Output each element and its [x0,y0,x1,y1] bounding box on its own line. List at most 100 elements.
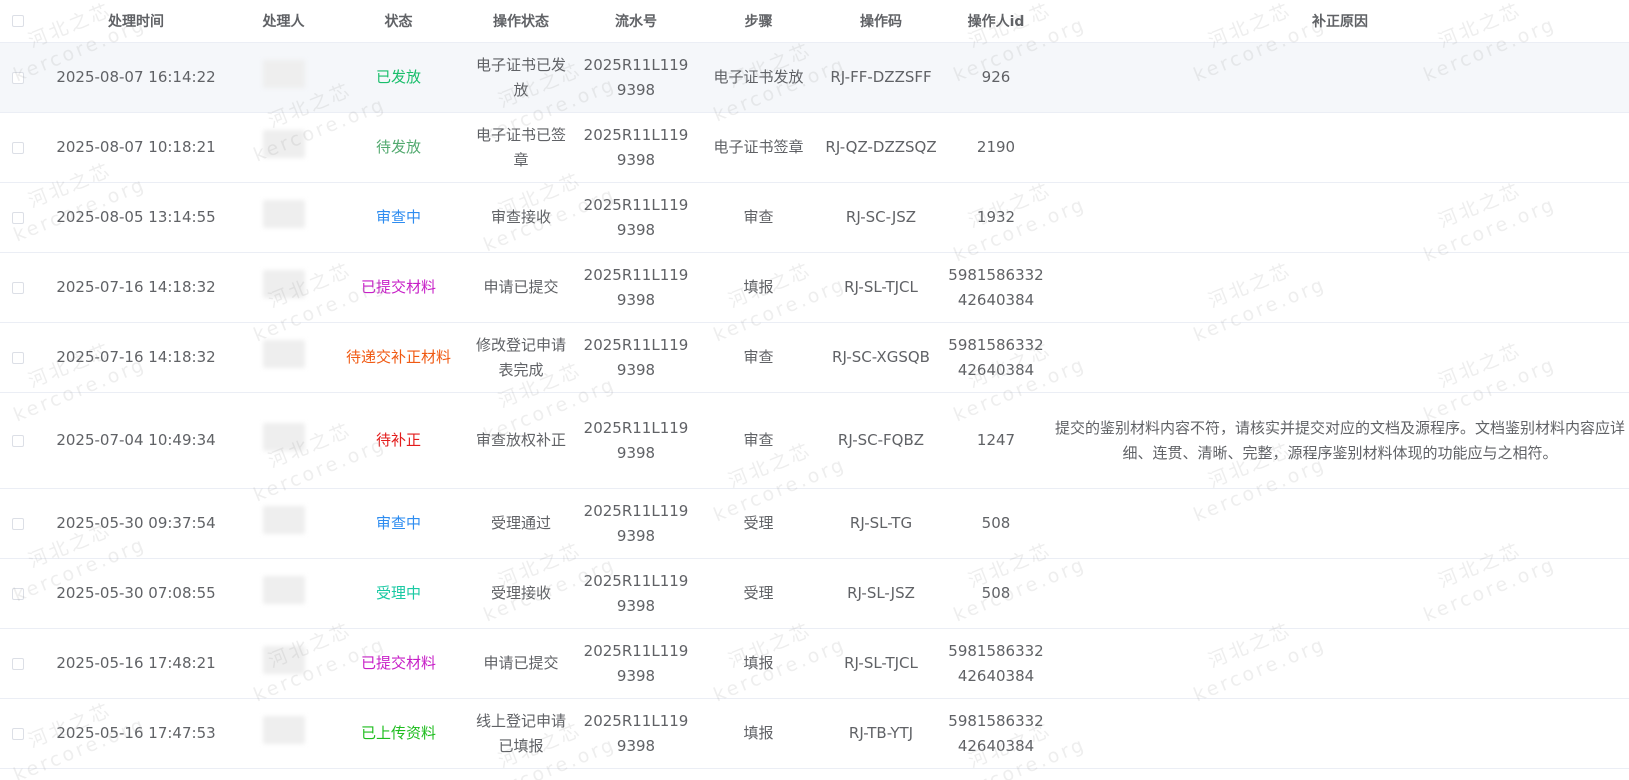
cell-time: 2025-05-16 17:47:53 [36,698,236,769]
cell-step: 审查 [696,182,821,253]
cell-op-code: RJ-SC-XGSQB [821,322,941,393]
table-row[interactable]: 2025-05-16 17:47:53 已上传资料 线上登记申请已填报 2025R11… [0,698,1629,769]
cell-op-code: RJ-SL-TJCL [821,628,941,699]
row-checkbox[interactable] [0,392,36,489]
cell-handler [236,628,331,699]
cell-reason [1051,252,1629,323]
cell-serial: 2025R11L1199398 [576,112,696,183]
cell-reason [1051,698,1629,769]
cell-op-status: 申请已提交 [466,252,576,323]
table-row[interactable]: 2025-07-16 14:18:32 已提交材料 申请已提交 2025R11L119… [0,252,1629,323]
cell-handler [236,488,331,559]
row-checkbox[interactable] [0,628,36,699]
cell-reason [1051,112,1629,183]
row-checkbox[interactable] [0,322,36,393]
cell-time: 2025-07-04 10:49:34 [36,392,236,489]
row-checkbox[interactable] [0,42,36,113]
cell-step: 审查 [696,392,821,489]
cell-op-code: RJ-SL-JSZ [821,558,941,629]
cell-operator-id: 508 [941,488,1051,559]
cell-op-status: 线上登记申请已填报 [466,698,576,769]
table-row[interactable]: 2025-05-30 09:37:54 审查中 受理通过 2025R11L119939… [0,488,1629,559]
cell-status: 待补正 [331,392,466,489]
handler-redacted [262,715,305,744]
cell-handler [236,698,331,769]
cell-op-code: RJ-QZ-DZZSQZ [821,112,941,183]
col-header-step[interactable]: 步骤 [696,0,821,43]
handler-redacted [262,269,305,298]
col-header-status[interactable]: 状态 [331,0,466,43]
cell-reason [1051,42,1629,113]
table-row[interactable]: 2025-05-16 17:48:21 已提交材料 申请已提交 2025R11L119… [0,628,1629,699]
col-header-reason[interactable]: 补正原因 [1051,0,1629,43]
cell-time: 2025-05-16 17:48:21 [36,628,236,699]
col-header-serial[interactable]: 流水号 [576,0,696,43]
cell-op-code: RJ-SC-JSZ [821,182,941,253]
cell-serial: 2025R11L1199398 [576,42,696,113]
row-checkbox[interactable] [0,698,36,769]
cell-op-status: 审查接收 [466,182,576,253]
cell-op-status: 审查放权补正 [466,392,576,489]
cell-time: 2025-05-30 09:37:54 [36,488,236,559]
table-row[interactable]: 2025-08-07 10:18:21 待发放 电子证书已签章 2025R11L119… [0,112,1629,183]
select-all-checkbox[interactable] [0,0,36,43]
record-table-panel: 处理时间 处理人 状态 操作状态 流水号 步骤 操作码 操作人id 补正原因 2… [0,0,1629,780]
table-row[interactable]: 2025-08-05 13:14:55 审查中 审查接收 2025R11L119939… [0,182,1629,253]
cell-op-code: RJ-FF-DZZSFF [821,42,941,113]
processing-record-table: 处理时间 处理人 状态 操作状态 流水号 步骤 操作码 操作人id 补正原因 2… [0,0,1629,769]
table-row[interactable]: 2025-07-04 10:49:34 待补正 审查放权补正 2025R11L1199… [0,392,1629,489]
cell-handler [236,558,331,629]
cell-time: 2025-05-30 07:08:55 [36,558,236,629]
cell-step: 填报 [696,698,821,769]
row-checkbox[interactable] [0,252,36,323]
cell-handler [236,112,331,183]
cell-op-status: 电子证书已发放 [466,42,576,113]
row-checkbox[interactable] [0,488,36,559]
col-header-op-status[interactable]: 操作状态 [466,0,576,43]
cell-op-status: 受理接收 [466,558,576,629]
cell-reason [1051,322,1629,393]
cell-operator-id: 1247 [941,392,1051,489]
cell-handler [236,252,331,323]
col-header-handler[interactable]: 处理人 [236,0,331,43]
cell-reason [1051,182,1629,253]
row-checkbox[interactable] [0,182,36,253]
cell-status: 审查中 [331,488,466,559]
cell-time: 2025-08-07 10:18:21 [36,112,236,183]
cell-step: 电子证书发放 [696,42,821,113]
cell-handler [236,42,331,113]
cell-step: 填报 [696,628,821,699]
cell-serial: 2025R11L1199398 [576,698,696,769]
table-row[interactable]: 2025-08-07 16:14:22 已发放 电子证书已发放 2025R11L119… [0,42,1629,113]
cell-time: 2025-08-07 16:14:22 [36,42,236,113]
table-row[interactable]: 2025-05-30 07:08:55 受理中 受理接收 2025R11L119939… [0,558,1629,629]
row-checkbox[interactable] [0,112,36,183]
cell-serial: 2025R11L1199398 [576,252,696,323]
cell-op-status: 申请已提交 [466,628,576,699]
cell-op-code: RJ-SL-TG [821,488,941,559]
cell-reason: 提交的鉴别材料内容不符，请核实并提交对应的文档及源程序。文档鉴别材料内容应详细、… [1051,392,1629,489]
cell-serial: 2025R11L1199398 [576,628,696,699]
cell-op-code: RJ-SL-TJCL [821,252,941,323]
cell-op-status: 修改登记申请表完成 [466,322,576,393]
cell-op-code: RJ-TB-YTJ [821,698,941,769]
cell-operator-id: 598158633242640384 [941,698,1051,769]
cell-status: 已提交材料 [331,252,466,323]
cell-status: 审查中 [331,182,466,253]
cell-step: 受理 [696,488,821,559]
cell-operator-id: 508 [941,558,1051,629]
cell-status: 已提交材料 [331,628,466,699]
cell-operator-id: 598158633242640384 [941,252,1051,323]
handler-redacted [262,505,305,534]
cell-status: 待递交补正材料 [331,322,466,393]
cell-time: 2025-07-16 14:18:32 [36,322,236,393]
col-header-time[interactable]: 处理时间 [36,0,236,43]
cell-status: 受理中 [331,558,466,629]
table-row[interactable]: 2025-07-16 14:18:32 待递交补正材料 修改登记申请表完成 2025R… [0,322,1629,393]
handler-redacted [262,129,305,158]
cell-operator-id: 926 [941,42,1051,113]
cell-serial: 2025R11L1199398 [576,322,696,393]
col-header-operator-id[interactable]: 操作人id [941,0,1051,43]
row-checkbox[interactable] [0,558,36,629]
col-header-op-code[interactable]: 操作码 [821,0,941,43]
